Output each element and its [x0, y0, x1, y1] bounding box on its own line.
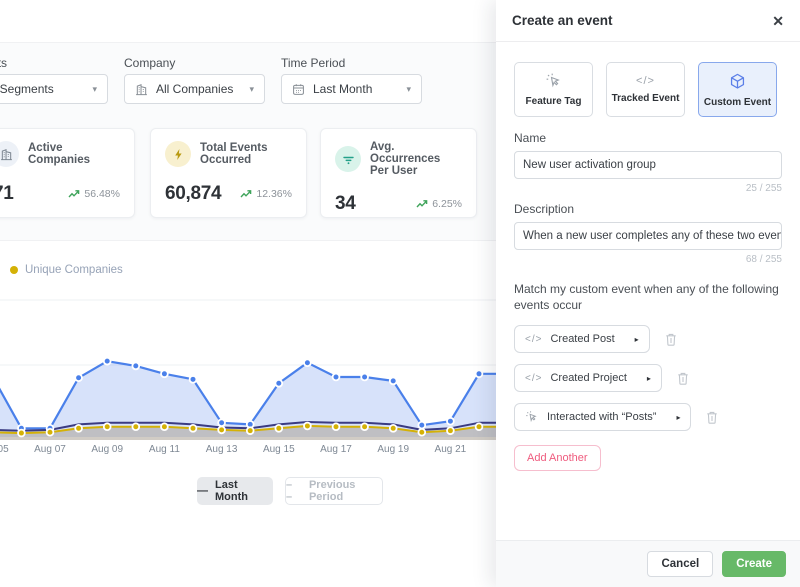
company-filter-label: Company	[124, 56, 175, 70]
lightning-icon	[165, 141, 191, 167]
trash-icon[interactable]	[705, 410, 719, 425]
trend-up-icon	[416, 199, 428, 209]
segments-dropdown[interactable]: All Segments ▾	[0, 74, 108, 104]
svg-text:Aug 15: Aug 15	[263, 444, 295, 455]
svg-text:Aug 07: Aug 07	[34, 444, 66, 455]
stat-trend: 12.36%	[240, 188, 292, 200]
code-icon: </>	[525, 373, 542, 384]
panel-body: Feature Tag </> Tracked Event Custom Eve…	[496, 42, 800, 471]
stat-label: Avg. Occurrences Per User	[370, 141, 462, 177]
chevron-down-icon: ▾	[249, 84, 254, 95]
stat-value: 71	[0, 183, 14, 205]
name-char-counter: 25 / 255	[514, 183, 782, 194]
svg-text:Aug 17: Aug 17	[320, 444, 352, 455]
chevron-down-icon: ▾	[92, 84, 97, 95]
event-chip-label: Created Post	[550, 333, 614, 345]
event-chip-label: Created Project	[550, 372, 626, 384]
panel-footer: Cancel Create	[496, 540, 800, 587]
chevron-down-icon: ▾	[406, 84, 411, 95]
stat-card-avg-occurrences: Avg. Occurrences Per User 34 6.25%	[320, 128, 477, 218]
create-event-panel: Create an event ✕ Feature Tag </> Tracke…	[496, 0, 800, 587]
solid-line-icon: —	[197, 485, 208, 497]
stat-trend: 6.25%	[416, 198, 462, 210]
chevron-right-icon: ▸	[635, 335, 639, 344]
type-card-tracked-event[interactable]: </> Tracked Event	[606, 62, 685, 117]
svg-text:Aug 05: Aug 05	[0, 444, 9, 455]
event-rule-row: </> Created Project ▸	[514, 364, 782, 392]
segments-dropdown-value: All Segments	[0, 82, 54, 96]
stat-card-active-companies: Active Companies 71 56.48%	[0, 128, 135, 218]
type-card-feature-tag[interactable]: Feature Tag	[514, 62, 593, 117]
svg-text:Aug 13: Aug 13	[206, 444, 238, 455]
panel-header: Create an event ✕	[496, 0, 800, 42]
building-icon	[0, 141, 19, 167]
company-dropdown[interactable]: All Companies ▾	[124, 74, 265, 104]
dashed-line-icon: – –	[286, 479, 302, 503]
stat-value: 34	[335, 193, 356, 215]
chevron-right-icon: ▸	[676, 413, 680, 422]
click-icon	[545, 72, 563, 90]
event-chip-created-post[interactable]: </> Created Post ▸	[514, 325, 650, 353]
name-input[interactable]: New user activation group	[514, 151, 782, 179]
toggle-last-month[interactable]: — Last Month	[197, 477, 273, 505]
description-label: Description	[514, 202, 782, 216]
stat-value: 60,874	[165, 183, 221, 205]
name-label: Name	[514, 131, 782, 145]
stat-card-total-events: Total Events Occurred 60,874 12.36%	[150, 128, 307, 218]
close-icon[interactable]: ✕	[772, 14, 784, 28]
type-card-custom-event[interactable]: Custom Event	[698, 62, 777, 117]
code-icon: </>	[525, 334, 542, 345]
stat-trend: 56.48%	[68, 188, 120, 200]
svg-text:Aug 21: Aug 21	[435, 444, 467, 455]
type-card-label: Feature Tag	[526, 96, 582, 107]
stat-label: Active Companies	[28, 142, 120, 166]
event-chip-interacted-with-posts[interactable]: Interacted with “Posts” ▸	[514, 403, 691, 431]
trash-icon[interactable]	[676, 371, 690, 386]
add-another-button[interactable]: Add Another	[514, 445, 601, 471]
event-type-selector: Feature Tag </> Tracked Event Custom Eve…	[514, 62, 782, 117]
toggle-previous-period[interactable]: – – Previous Period	[285, 477, 383, 505]
cancel-button[interactable]: Cancel	[647, 551, 713, 577]
trend-up-icon	[240, 189, 252, 199]
time-period-dropdown[interactable]: Last Month ▾	[281, 74, 422, 104]
description-char-counter: 68 / 255	[514, 254, 782, 265]
stat-label: Total Events Occurred	[200, 142, 292, 166]
event-rule-row: </> Created Post ▸	[514, 325, 782, 353]
legend-item-unique-companies[interactable]: Unique Companies	[10, 264, 123, 276]
building-icon	[135, 83, 148, 96]
time-period-filter-label: Time Period	[281, 56, 345, 70]
time-period-dropdown-value: Last Month	[313, 82, 372, 96]
svg-text:Aug 11: Aug 11	[149, 444, 180, 455]
create-button[interactable]: Create	[722, 551, 786, 577]
segments-filter-label: Segments	[0, 56, 7, 70]
panel-title: Create an event	[512, 13, 613, 28]
svg-text:Aug 09: Aug 09	[91, 444, 123, 455]
description-input[interactable]: When a new user completes any of these t…	[514, 222, 782, 250]
event-chip-label: Interacted with “Posts”	[547, 411, 656, 423]
event-chip-created-project[interactable]: </> Created Project ▸	[514, 364, 662, 392]
calendar-icon	[292, 83, 305, 96]
cube-icon	[728, 72, 747, 91]
legend-label: Unique Companies	[25, 264, 123, 276]
match-rule-label: Match my custom event when any of the fo…	[514, 281, 782, 313]
click-icon	[525, 410, 539, 424]
average-icon	[335, 146, 361, 172]
type-card-label: Tracked Event	[612, 93, 680, 104]
trash-icon[interactable]	[664, 332, 678, 347]
trend-up-icon	[68, 189, 80, 199]
events-chart[interactable]: Aug 05 Aug 07 Aug 09 Aug 11 Aug 13 Aug 15 Aug …	[0, 290, 500, 460]
company-dropdown-value: All Companies	[156, 82, 233, 96]
svg-text:Aug 19: Aug 19	[377, 444, 409, 455]
chevron-right-icon: ▸	[647, 374, 651, 383]
legend-dot-icon	[10, 266, 18, 274]
code-icon: </>	[636, 75, 655, 87]
event-rule-row: Interacted with “Posts” ▸	[514, 403, 782, 431]
type-card-label: Custom Event	[704, 97, 771, 108]
